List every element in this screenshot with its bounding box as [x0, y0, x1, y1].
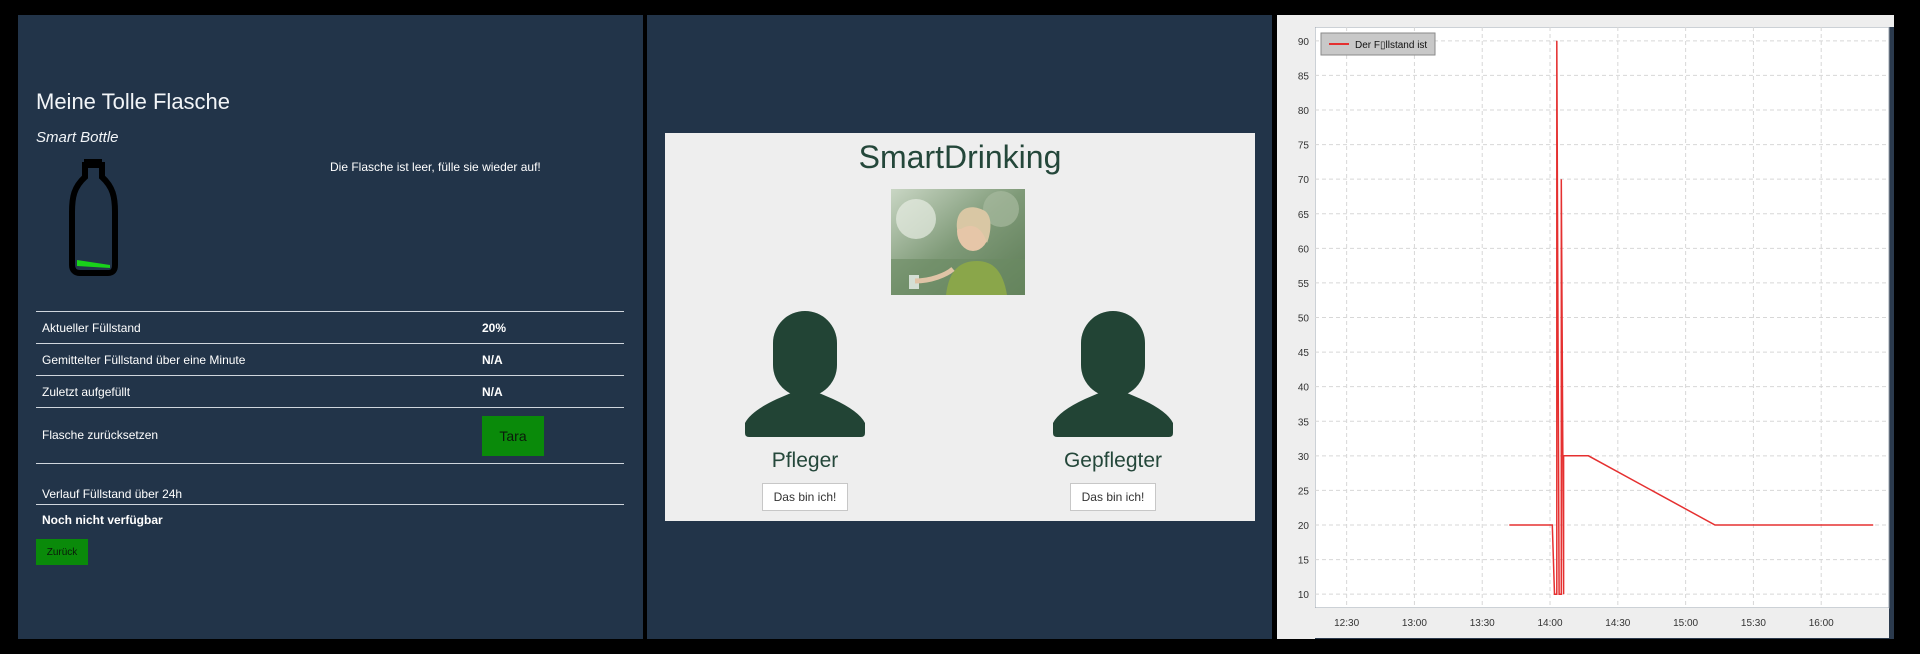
- login-panel: SmartDrinking Pfleger Das bin ich! Gepfl…: [647, 15, 1272, 639]
- row-value: 20%: [482, 321, 507, 335]
- role-card: SmartDrinking Pfleger Das bin ich! Gepfl…: [665, 133, 1255, 521]
- y-tick-label: 35: [1298, 417, 1310, 428]
- row-label: Zuletzt aufgefüllt: [42, 385, 131, 399]
- select-caregiver-button[interactable]: Das bin ich!: [762, 483, 848, 511]
- top-band: [1277, 15, 1894, 27]
- chart-panel: 10 15 20 25 30 35 40 45 50 55 60 65 70 75 80 85 90 12:30 1…: [1277, 15, 1894, 639]
- y-axis-band: [1277, 15, 1315, 639]
- role-label-patient: Gepflegter: [1063, 449, 1163, 472]
- y-tick-label: 85: [1298, 71, 1310, 82]
- bottle-panel: Meine Tolle Flasche Smart Bottle Die Fla…: [18, 15, 643, 639]
- page-subtitle: Smart Bottle: [36, 129, 119, 146]
- caregiver-icon[interactable]: [741, 311, 869, 441]
- y-tick-label: 50: [1298, 314, 1310, 325]
- status-table: Aktueller Füllstand 20% Gemittelter Füll…: [36, 311, 624, 505]
- history-value: Noch nicht verfügbar: [42, 513, 163, 527]
- y-tick-label: 65: [1298, 210, 1310, 221]
- y-tick-label: 25: [1298, 486, 1310, 497]
- table-row: Gemittelter Füllstand über eine Minute N…: [36, 343, 624, 375]
- y-tick-label: 30: [1298, 452, 1310, 463]
- y-tick-label: 90: [1298, 37, 1310, 48]
- y-tick-label: 75: [1298, 141, 1310, 152]
- y-tick-label: 60: [1298, 244, 1310, 255]
- row-label: Aktueller Füllstand: [42, 321, 141, 335]
- x-tick-label: 14:00: [1538, 618, 1563, 629]
- row-label: Gemittelter Füllstand über eine Minute: [42, 353, 246, 367]
- y-tick-label: 20: [1298, 521, 1310, 532]
- y-tick-label: 45: [1298, 348, 1310, 359]
- select-patient-button[interactable]: Das bin ich!: [1070, 483, 1156, 511]
- legend-label: Der F▯llstand ist: [1355, 40, 1427, 51]
- x-tick-label: 16:00: [1809, 618, 1834, 629]
- bottle-fill-level: [77, 260, 110, 268]
- bottle-icon: [69, 159, 118, 276]
- fill-level-chart: 10 15 20 25 30 35 40 45 50 55 60 65 70 75 80 85 90 12:30 1…: [1277, 15, 1894, 639]
- status-message: Die Flasche ist leer, fülle sie wieder a…: [330, 160, 541, 174]
- y-tick-label: 70: [1298, 175, 1310, 186]
- y-tick-label: 80: [1298, 106, 1310, 117]
- table-row: Flasche zurücksetzen Tara: [36, 407, 624, 463]
- y-tick-label: 10: [1298, 590, 1310, 601]
- role-label-caregiver: Pfleger: [771, 449, 839, 472]
- x-tick-label: 13:30: [1470, 618, 1495, 629]
- x-tick-label: 12:30: [1334, 618, 1359, 629]
- y-tick-label: 55: [1298, 279, 1310, 290]
- back-button[interactable]: Zurück: [36, 539, 88, 565]
- table-row: Aktueller Füllstand 20%: [36, 311, 624, 343]
- x-tick-label: 15:30: [1741, 618, 1766, 629]
- x-tick-label: 14:30: [1605, 618, 1630, 629]
- patient-icon[interactable]: [1049, 311, 1177, 441]
- row-label: Flasche zurücksetzen: [42, 428, 159, 442]
- x-tick-label: 15:00: [1673, 618, 1698, 629]
- hero-photo: [891, 189, 1025, 295]
- row-value: N/A: [482, 385, 503, 399]
- page-title: Meine Tolle Flasche: [36, 89, 231, 114]
- y-tick-label: 40: [1298, 383, 1310, 394]
- brand-title: SmartDrinking: [858, 139, 1062, 175]
- tara-button[interactable]: Tara: [482, 416, 544, 456]
- y-tick-label: 15: [1298, 556, 1310, 567]
- history-label: Verlauf Füllstand über 24h: [42, 487, 183, 501]
- table-row: Zuletzt aufgefüllt N/A: [36, 375, 624, 407]
- x-tick-label: 13:00: [1402, 618, 1427, 629]
- row-value: N/A: [482, 353, 503, 367]
